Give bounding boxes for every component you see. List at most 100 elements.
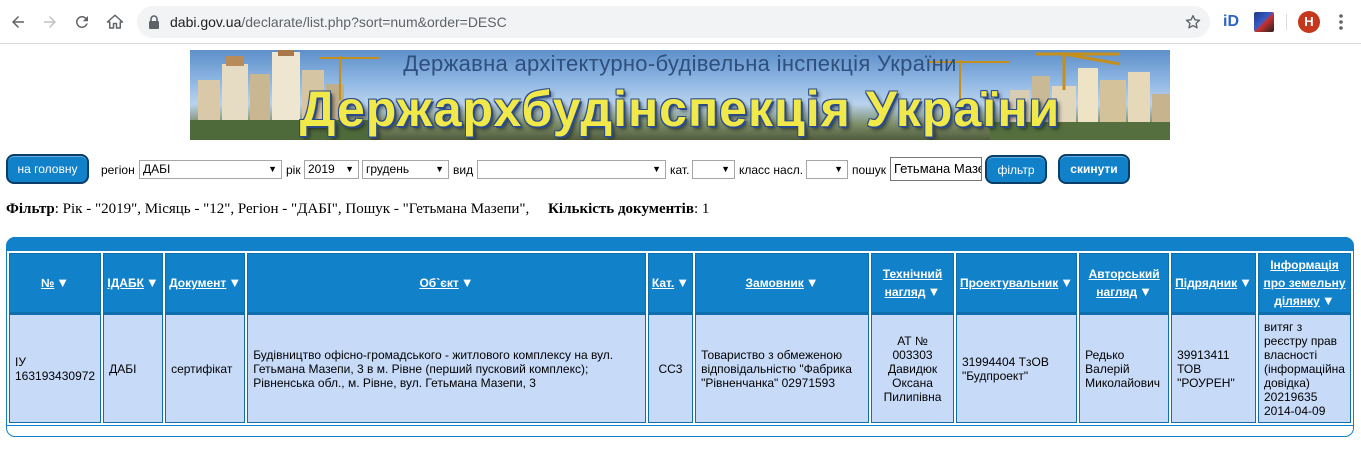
- forward-button[interactable]: [36, 8, 64, 36]
- declarations-table: № ▼ ІДАБК ▼ Документ ▼ Об`єкт ▼ Кат. ▼ Замовн…: [7, 253, 1353, 423]
- sort-desc-icon: ▼: [56, 275, 70, 290]
- filter-summary-label: Фільтр: [6, 201, 55, 217]
- column-header-document[interactable]: Документ ▼: [165, 253, 246, 313]
- type-label: вид: [453, 163, 474, 177]
- column-header-label: Об`єкт: [419, 276, 459, 290]
- id-extension-icon[interactable]: iD: [1220, 11, 1242, 33]
- year-select-value: 2019: [308, 162, 335, 176]
- extension-icon[interactable]: [1254, 12, 1274, 32]
- cell-document: сертифікат: [165, 313, 246, 423]
- class-label: класс насл.: [739, 163, 804, 177]
- declarations-table-container: № ▼ ІДАБК ▼ Документ ▼ Об`єкт ▼ Кат. ▼ Замовн…: [6, 237, 1354, 437]
- cell-contractor: 39913411 ТОВ "РОУРЕН": [1171, 313, 1256, 423]
- column-header-idabk[interactable]: ІДАБК ▼: [103, 253, 164, 313]
- filter-summary: Фільтр: Рік - "2019", Місяць - "12", Рег…: [6, 201, 709, 218]
- column-header-object[interactable]: Об`єкт ▼: [247, 253, 646, 313]
- cell-idabk: ДАБІ: [103, 313, 164, 423]
- reset-button[interactable]: скинути: [1058, 154, 1130, 184]
- type-select[interactable]: ▼: [477, 160, 666, 179]
- column-header-contractor[interactable]: Підрядник ▼: [1171, 253, 1256, 313]
- region-select[interactable]: ДАБІ ▼: [139, 160, 282, 179]
- cell-category: СС3: [647, 313, 694, 423]
- browser-toolbar: dabi.gov.ua/declarate/list.php?sort=num&…: [0, 0, 1361, 44]
- home-page-button[interactable]: на головну: [6, 154, 89, 184]
- column-header-category[interactable]: Кат. ▼: [647, 253, 694, 313]
- cell-designer: 31994404 ТзОВ "Будпроект": [955, 313, 1078, 423]
- chevron-down-icon: ▼: [652, 164, 661, 174]
- banner-subtitle: Державна архітектурно-будівельна інспекц…: [403, 51, 957, 76]
- column-header-designer[interactable]: Проектувальник ▼: [955, 253, 1078, 313]
- banner-title: Держархбудінспекція України: [299, 81, 1061, 137]
- table-top-bar: [6, 237, 1354, 251]
- column-header-label: ІДАБК: [107, 276, 144, 290]
- search-input[interactable]: Гетьмана Мазепи: [890, 157, 982, 181]
- sort-desc-icon: ▼: [1321, 293, 1335, 308]
- sort-desc-icon: ▼: [676, 275, 690, 290]
- category-select[interactable]: ▼: [692, 160, 735, 179]
- profile-avatar[interactable]: H: [1298, 11, 1320, 33]
- column-header-customer[interactable]: Замовник ▼: [695, 253, 870, 313]
- table-bottom-line: [7, 425, 1353, 426]
- filter-button[interactable]: фільтр: [985, 155, 1047, 184]
- cell-object: Будівництво офісно-громадського - житлов…: [247, 313, 646, 423]
- column-header-technical-supervision[interactable]: Технічний нагляд ▼: [871, 253, 954, 313]
- url-host: dabi.gov.ua: [170, 14, 242, 30]
- month-select[interactable]: грудень ▼: [362, 160, 449, 179]
- year-select[interactable]: 2019 ▼: [304, 160, 359, 179]
- star-icon[interactable]: [1184, 13, 1202, 31]
- region-label: регіон: [101, 163, 135, 177]
- address-bar[interactable]: dabi.gov.ua/declarate/list.php?sort=num&…: [137, 6, 1210, 38]
- toolbar-separator: [1286, 14, 1287, 30]
- sort-desc-icon: ▼: [228, 275, 242, 290]
- column-header-author-supervision[interactable]: Авторський нагляд ▼: [1079, 253, 1170, 313]
- column-header-land-info[interactable]: Інформація про земельну ділянку ▼: [1257, 253, 1351, 313]
- month-select-value: грудень: [366, 162, 410, 176]
- chevron-down-icon: ▼: [268, 164, 277, 174]
- back-button[interactable]: [4, 8, 32, 36]
- sort-desc-icon: ▼: [145, 275, 159, 290]
- column-header-number[interactable]: № ▼: [9, 253, 102, 313]
- table-header-row: № ▼ ІДАБК ▼ Документ ▼ Об`єкт ▼ Кат. ▼ Замовн…: [9, 253, 1351, 313]
- home-button[interactable]: [101, 8, 129, 36]
- home-icon: [106, 14, 124, 29]
- document-count-value: : 1: [693, 201, 710, 217]
- arrow-left-icon: [12, 16, 24, 28]
- cell-land-info: витяг з реєстру прав власності (інформац…: [1257, 313, 1351, 423]
- year-label: рік: [286, 163, 301, 177]
- filter-summary-text: : Рік - "2019", Місяць - "12", Регіон - …: [54, 201, 549, 217]
- column-header-label: Проектувальник: [959, 276, 1059, 290]
- table-row: ІУ 163193430972 ДАБІ сертифікат Будівниц…: [9, 313, 1351, 423]
- region-select-value: ДАБІ: [143, 162, 171, 176]
- lock-icon: [149, 15, 159, 29]
- document-count-label: Кількість документів: [548, 201, 694, 217]
- chevron-down-icon: ▼: [721, 164, 730, 174]
- sort-desc-icon: ▼: [460, 275, 474, 290]
- cell-customer: Товариство з обмеженою відповідальністю …: [695, 313, 870, 423]
- column-header-label: Підрядник: [1175, 276, 1238, 290]
- menu-dots-icon[interactable]: [1331, 12, 1351, 32]
- sort-desc-icon: ▼: [927, 284, 941, 299]
- url-text: dabi.gov.ua/declarate/list.php?sort=num&…: [170, 14, 507, 30]
- sort-desc-icon: ▼: [1060, 275, 1074, 290]
- chevron-down-icon: ▼: [345, 164, 354, 174]
- column-header-label: Документ: [169, 276, 227, 290]
- chevron-down-icon: ▼: [435, 164, 444, 174]
- sort-desc-icon: ▼: [805, 275, 819, 290]
- cell-author-supervision: Редько Валерій Миколайович: [1079, 313, 1170, 423]
- header-banner: Державна архітектурно-будівельна інспекц…: [190, 50, 1170, 140]
- reload-icon: [75, 15, 88, 28]
- url-path: /declarate/list.php?sort=num&order=DESC: [241, 14, 507, 30]
- column-header-label: №: [40, 276, 55, 290]
- column-header-label: Кат.: [651, 276, 675, 290]
- search-label: пошук: [852, 163, 887, 177]
- arrow-right-icon: [44, 16, 56, 28]
- reload-button[interactable]: [68, 8, 96, 36]
- sort-desc-icon: ▼: [1139, 284, 1152, 299]
- column-header-label: Замовник: [745, 276, 804, 290]
- category-label: кат.: [670, 163, 690, 177]
- cell-technical-supervision: АТ № 003303 Давидюк Оксана Пилипівна: [871, 313, 954, 423]
- cell-number: ІУ 163193430972: [9, 313, 102, 423]
- class-select[interactable]: ▼: [806, 160, 848, 179]
- sort-desc-icon: ▼: [1239, 275, 1252, 290]
- chevron-down-icon: ▼: [834, 164, 843, 174]
